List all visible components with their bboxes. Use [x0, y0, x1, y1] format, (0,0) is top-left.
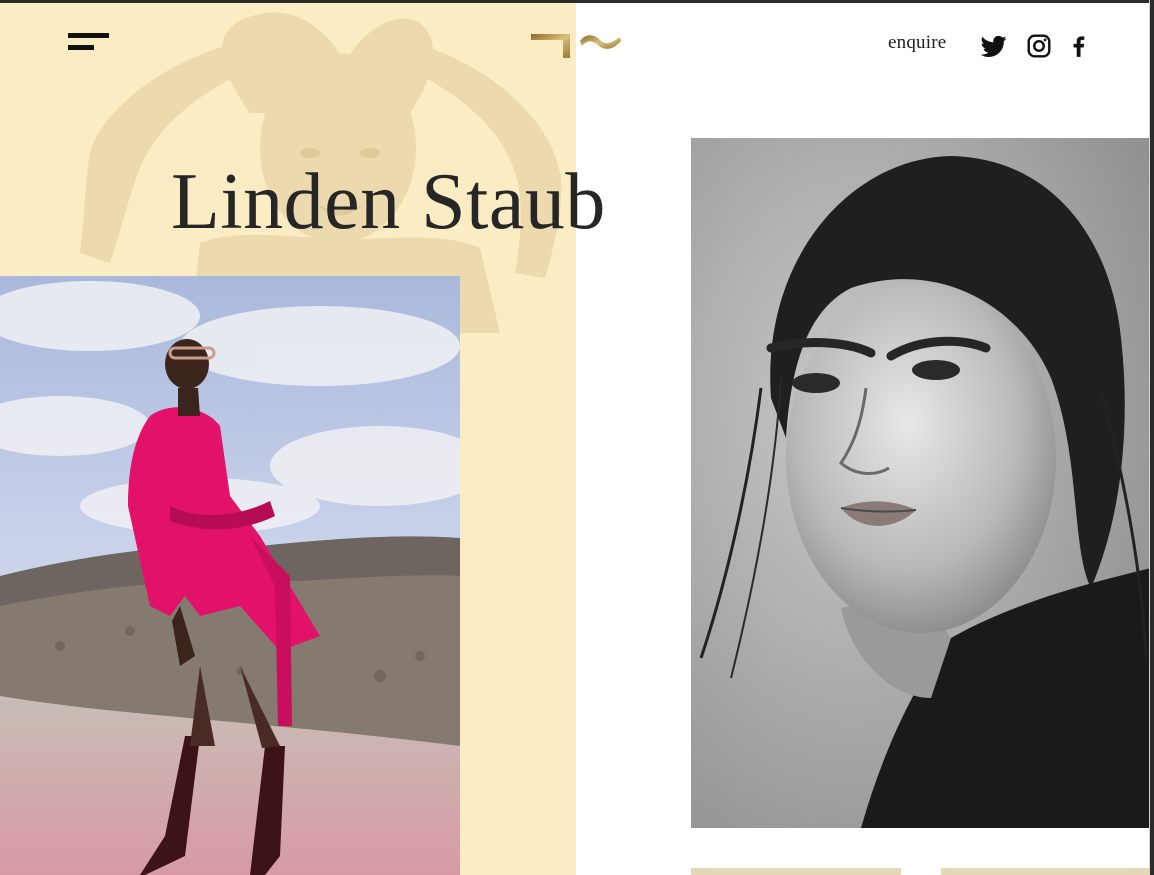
facebook-icon[interactable]	[1066, 33, 1092, 59]
page-title: Linden Staub	[171, 158, 606, 246]
window-right-border	[1150, 0, 1154, 875]
fashion-photo-pink-coat[interactable]	[0, 276, 460, 875]
enquire-link[interactable]: enquire	[888, 32, 946, 54]
portrait-photo-bw[interactable]	[691, 138, 1151, 828]
twitter-icon[interactable]	[981, 33, 1007, 59]
window-top-border	[0, 0, 1154, 3]
gallery-tile[interactable]	[691, 868, 901, 875]
brand-logo[interactable]	[530, 31, 622, 61]
instagram-icon[interactable]	[1026, 33, 1052, 59]
menu-icon[interactable]	[68, 33, 110, 57]
site-header: enquire	[0, 3, 1150, 83]
gallery-tile[interactable]	[941, 868, 1151, 875]
